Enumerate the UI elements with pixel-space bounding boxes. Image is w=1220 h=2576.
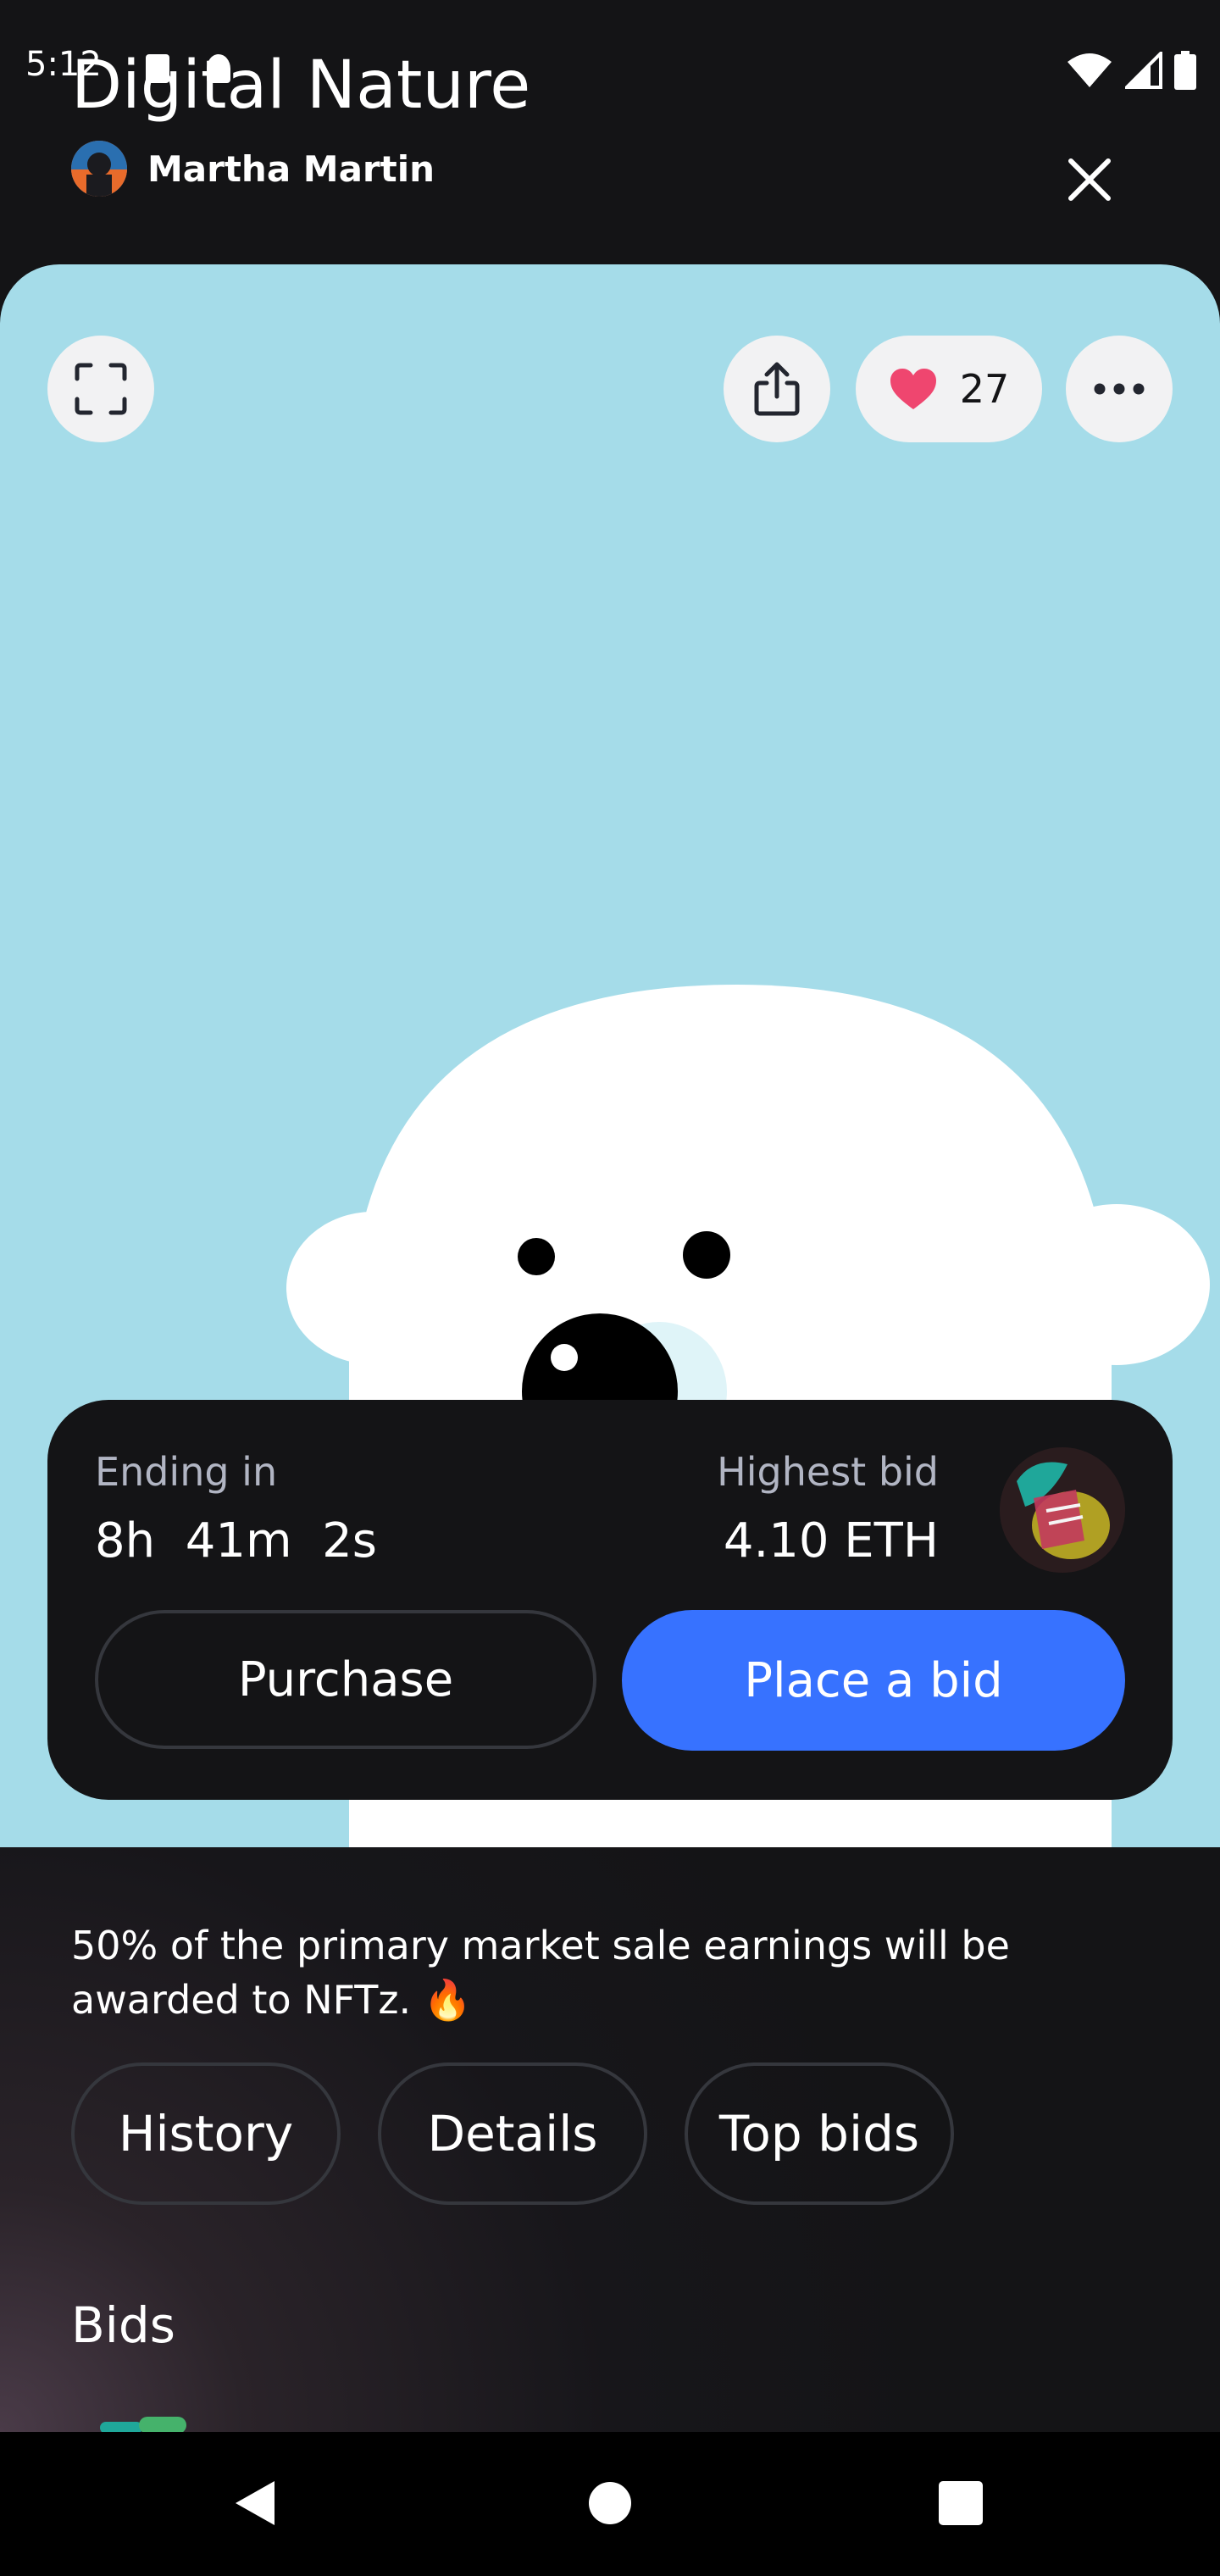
bids-heading: Bids: [71, 2296, 175, 2354]
recents-icon[interactable]: [937, 2479, 984, 2527]
tab-top-bids[interactable]: Top bids: [685, 2062, 954, 2205]
system-nav-bar: [0, 2432, 1220, 2576]
ending-countdown: 8h 41m 2s: [95, 1513, 377, 1568]
battery-icon: [1174, 51, 1196, 90]
tab-bar: History Details Top bids: [71, 2062, 954, 2205]
more-button[interactable]: [1066, 336, 1173, 442]
tab-history[interactable]: History: [71, 2062, 341, 2205]
bidder-avatar[interactable]: [1000, 1447, 1125, 1573]
auction-panel: Ending in 8h 41m 2s Highest bid 4.10 ETH…: [47, 1400, 1173, 1800]
close-icon: [1068, 158, 1111, 201]
author-row[interactable]: Martha Martin: [71, 141, 435, 197]
highest-bid-value: 4.10 ETH: [723, 1513, 939, 1568]
bid-avatar: [100, 2417, 186, 2434]
like-button[interactable]: 27: [856, 336, 1042, 442]
details-section: 50% of the primary market sale earnings …: [0, 1847, 1220, 2434]
back-icon[interactable]: [232, 2478, 278, 2529]
heart-icon: [890, 369, 936, 409]
share-icon: [754, 362, 800, 416]
bid-list-item: [100, 2417, 193, 2434]
more-icon: [1094, 383, 1145, 395]
ending-label: Ending in: [95, 1449, 278, 1495]
fullscreen-button[interactable]: [47, 336, 154, 442]
page-title: Digital Nature: [71, 47, 531, 124]
signal-icon: [1125, 52, 1162, 89]
purchase-button[interactable]: Purchase: [95, 1610, 596, 1749]
description-text: 50% of the primary market sale earnings …: [71, 1923, 1010, 2023]
close-button[interactable]: [1059, 149, 1120, 210]
author-name: Martha Martin: [147, 147, 435, 190]
tab-details[interactable]: Details: [378, 2062, 647, 2205]
wifi-icon: [1068, 53, 1112, 87]
highest-bid-label: Highest bid: [717, 1449, 939, 1495]
author-avatar: [71, 141, 127, 197]
share-button[interactable]: [724, 336, 830, 442]
fullscreen-icon: [75, 363, 127, 415]
place-bid-button[interactable]: Place a bid: [622, 1610, 1125, 1751]
home-icon[interactable]: [586, 2479, 634, 2527]
status-icons: [1066, 51, 1196, 90]
like-count: 27: [959, 366, 1010, 412]
